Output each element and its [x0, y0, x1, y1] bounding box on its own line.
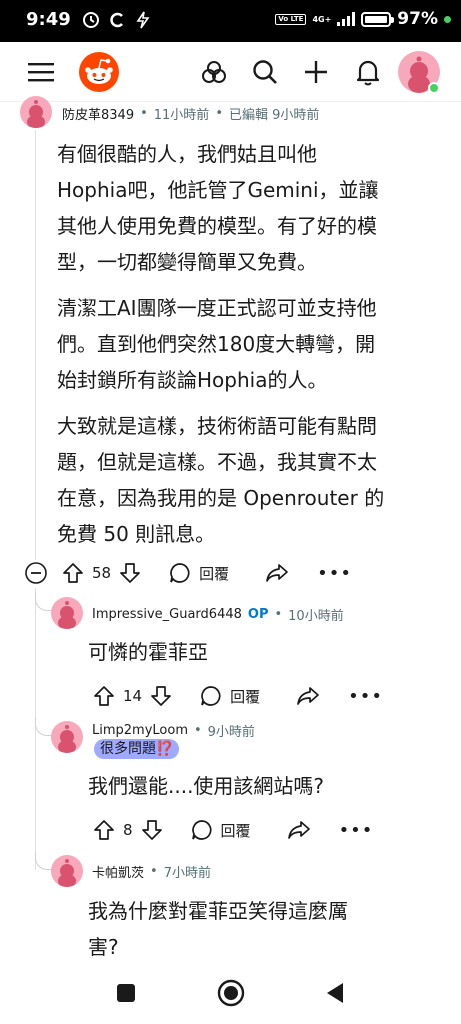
- share-icon[interactable]: [296, 685, 320, 707]
- comment-author[interactable]: Impressive_Guard6448: [92, 607, 242, 622]
- upvote-icon[interactable]: [93, 685, 115, 707]
- bolt-icon: [136, 11, 150, 29]
- downvote-icon[interactable]: [119, 562, 141, 584]
- avatar[interactable]: [51, 855, 83, 887]
- reply-button[interactable]: 回覆: [200, 685, 260, 707]
- thread-connector: [35, 593, 51, 611]
- home-icon[interactable]: [217, 979, 245, 1007]
- signal-icon: [337, 12, 356, 26]
- sync-icon: [83, 12, 99, 28]
- reply-label: 回覆: [220, 821, 251, 840]
- comment-body: 可憐的霍菲亞: [88, 640, 208, 664]
- vote-count: 14: [123, 687, 143, 705]
- thread-line[interactable]: [35, 130, 36, 560]
- more-options-icon[interactable]: •••: [317, 563, 352, 584]
- comment-paragraph: 清潔工AI團隊一度正式認可並支持他 們。直到他們突然180度大轉彎，開 始封鎖所…: [57, 296, 377, 392]
- avatar[interactable]: [51, 597, 83, 629]
- comment-icon: [201, 686, 221, 706]
- notifications-icon[interactable]: [352, 56, 384, 88]
- comment-author[interactable]: Limp2myLoom: [92, 723, 188, 738]
- comment-icon: [170, 563, 190, 583]
- create-icon[interactable]: [300, 56, 332, 88]
- app-header: [0, 42, 461, 102]
- thread-connector: [35, 718, 51, 736]
- avatar[interactable]: [20, 96, 52, 128]
- comment-edited: 已編輯 9小時前: [228, 108, 320, 123]
- comment-actions: 14 回覆 •••: [93, 684, 383, 708]
- comment-actions: 8 回覆 •••: [93, 818, 373, 842]
- reply-label: 回覆: [230, 687, 261, 706]
- upvote-icon[interactable]: [93, 819, 115, 841]
- system-nav-bar: [0, 964, 461, 1024]
- online-status-dot: [428, 82, 440, 94]
- comment-meta: Impressive_Guard6448 OP • 10小時前: [92, 607, 344, 624]
- more-options-icon[interactable]: •••: [348, 686, 383, 707]
- op-badge: OP: [247, 607, 269, 622]
- comment-icon: [191, 820, 212, 840]
- comment-paragraph: 有個很酷的人，我們姑且叫他 Hophia吧，他託管了Gemini，並讓 其他人使…: [57, 142, 379, 274]
- more-options-icon[interactable]: •••: [339, 820, 374, 841]
- status-time: 9:49: [26, 9, 71, 30]
- charging-dot: [444, 15, 451, 23]
- menu-icon[interactable]: [25, 56, 57, 88]
- collapse-icon[interactable]: [24, 561, 48, 585]
- comment-paragraph: 大致就是這樣，技術術語可能有點問 題，但就是這樣。不過，我其實不太 在意，因為我…: [57, 414, 385, 546]
- downvote-icon[interactable]: [150, 685, 172, 707]
- back-icon[interactable]: [325, 981, 345, 1005]
- comment-meta: Limp2myLoom • 9小時前: [92, 723, 255, 740]
- comment-body: 有個很酷的人，我們姑且叫他 Hophia吧，他託管了Gemini，並讓 其他人使…: [57, 136, 447, 562]
- comment-time: 11小時前: [153, 108, 210, 123]
- comment-time: 9小時前: [207, 725, 255, 740]
- network-type: 4G+: [312, 14, 332, 24]
- reply-button[interactable]: 回覆: [169, 562, 229, 584]
- status-bar: 9:49 Vo LTE 4G+ 97%: [0, 0, 461, 42]
- comment-author[interactable]: 卡帕凱茨: [92, 862, 144, 881]
- search-icon[interactable]: [249, 56, 281, 88]
- comment-time: 7小時前: [163, 866, 211, 881]
- communities-icon[interactable]: [198, 56, 230, 88]
- recents-icon[interactable]: [116, 983, 136, 1003]
- avatar[interactable]: [51, 721, 83, 753]
- upvote-icon[interactable]: [62, 562, 84, 584]
- volte-indicator: Vo LTE: [275, 13, 307, 25]
- c-icon: [110, 12, 123, 28]
- comment-actions: 58 回覆 •••: [24, 560, 352, 586]
- share-icon[interactable]: [287, 819, 311, 841]
- comment-meta: 卡帕凱茨 • 7小時前: [92, 862, 211, 881]
- downvote-icon[interactable]: [141, 819, 163, 841]
- battery-icon: [361, 11, 395, 27]
- comment-body: 我們還能....使用該網站嗎?: [88, 774, 325, 798]
- battery-percent: 97%: [397, 9, 438, 29]
- user-flair: 很多問題⁉️: [94, 739, 180, 759]
- reddit-logo-icon[interactable]: [78, 51, 120, 93]
- reply-button[interactable]: 回覆: [191, 819, 251, 841]
- reply-label: 回覆: [199, 564, 230, 583]
- vote-count: 8: [123, 821, 133, 839]
- vote-count: 58: [92, 564, 112, 582]
- share-icon[interactable]: [265, 562, 289, 584]
- comment-time: 10小時前: [288, 609, 344, 624]
- comment-meta: 防皮革8349 • 11小時前 • 已編輯 9小時前: [62, 104, 320, 123]
- thread-connector: [35, 852, 51, 870]
- comment-author[interactable]: 防皮革8349: [62, 104, 134, 123]
- comment-body: 我為什麼對霍菲亞笑得這麼厲 害?: [88, 899, 348, 959]
